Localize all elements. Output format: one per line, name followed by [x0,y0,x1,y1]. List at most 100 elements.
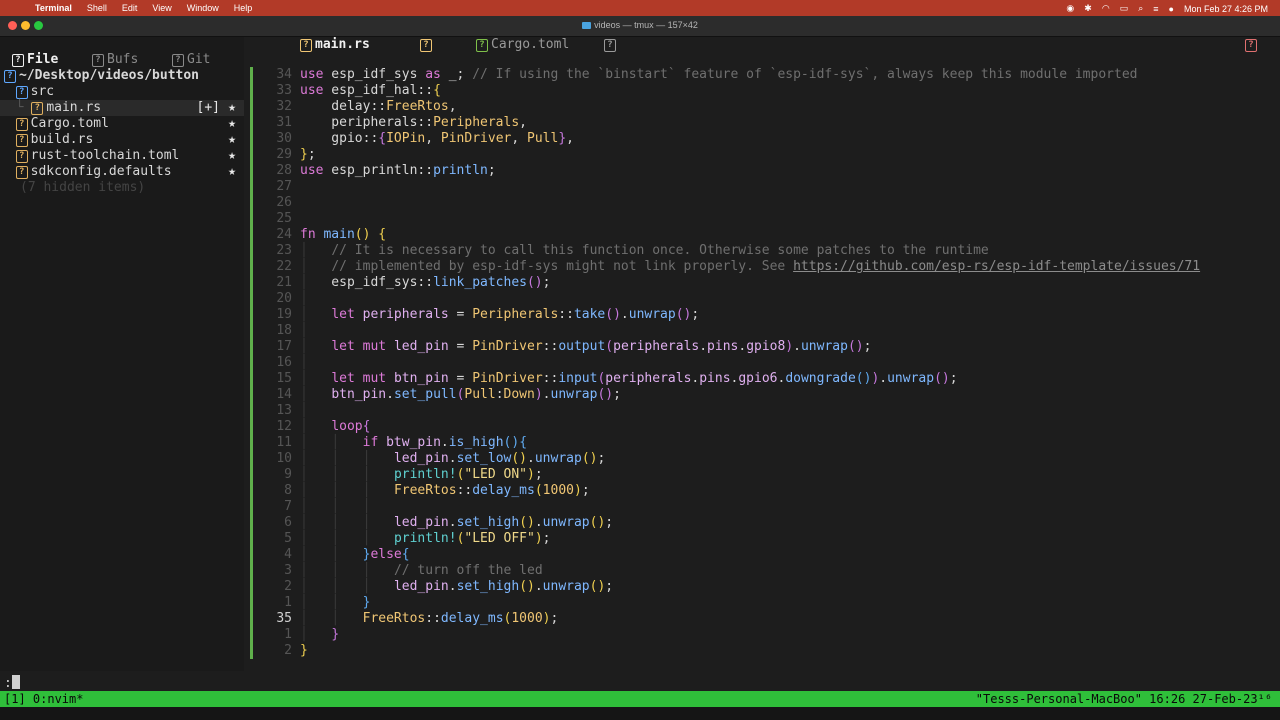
menu-view[interactable]: View [152,3,171,13]
git-added-marker [250,99,253,115]
command-line[interactable]: : [4,675,20,691]
code-line[interactable]: 5 │ │ │ println!("LED OFF"); [248,531,1268,547]
tab-close-main-rs[interactable]: ? [420,37,435,53]
code-line[interactable]: 19 │ let peripherals = Peripherals::take(… [248,307,1268,323]
code-line[interactable]: 18 │ [248,323,1268,339]
control-center-icon[interactable]: ≡ [1153,4,1158,14]
code-line[interactable]: 7 │ │ │ [248,499,1268,515]
code-line[interactable]: 3 │ │ │ // turn off the led [248,563,1268,579]
code-text: }; [300,147,316,162]
tab-bufs[interactable]: ? Bufs [92,52,138,67]
code-text: │ │ │ println!("LED OFF"); [300,531,551,546]
tree-root[interactable]: ? ~/Desktop/videos/button [0,68,244,84]
menu-window[interactable]: Window [187,3,219,13]
menu-help[interactable]: Help [234,3,253,13]
code-line[interactable]: 34 use esp_idf_sys as _; // If using the … [248,67,1268,83]
code-line[interactable]: 25 [248,211,1268,227]
code-line[interactable]: 33 use esp_idf_hal::{ [248,83,1268,99]
menu-clock[interactable]: Mon Feb 27 4:26 PM [1184,4,1268,14]
user-icon[interactable]: ◉ [1066,3,1074,14]
code-line[interactable]: 1 │ } [248,627,1268,643]
code-line[interactable]: 17 │ let mut led_pin = PinDriver::output(… [248,339,1268,355]
code-text: peripherals::Peripherals, [300,115,527,130]
tab-git[interactable]: ? Git [172,52,210,67]
line-number: 21 [276,275,292,290]
code-text: │ btn_pin.set_pull(Pull:Down).unwrap(); [300,387,621,402]
code-line[interactable]: 6 │ │ │ led_pin.set_high().unwrap(); [248,515,1268,531]
line-number: 34 [276,67,292,82]
git-added-marker [250,307,253,323]
folder-icon: ? [15,84,31,99]
code-line[interactable]: 12 │ loop{ [248,419,1268,435]
tmux-window-list[interactable]: [1] 0:nvim* [4,691,83,707]
code-line[interactable]: 8 │ │ │ FreeRtos::delay_ms(1000); [248,483,1268,499]
tab-file[interactable]: ? File [12,52,58,67]
code-line[interactable]: 10 │ │ │ led_pin.set_low().unwrap(); [248,451,1268,467]
code-line[interactable]: 22 │ // implemented by esp-idf-sys might … [248,259,1268,275]
file-icon: ? [31,100,46,115]
code-line[interactable]: 21 │ esp_idf_sys::link_patches(); [248,275,1268,291]
code-line[interactable]: 29}; [248,147,1268,163]
wifi-icon[interactable]: ◠ [1102,3,1110,14]
git-added-marker [250,547,253,563]
git-added-marker [250,435,253,451]
git-added-marker [250,355,253,371]
line-number: 20 [276,291,292,306]
code-editor[interactable]: 34 use esp_idf_sys as _; // If using the … [248,67,1280,667]
code-line[interactable]: 16 │ [248,355,1268,371]
code-line[interactable]: 20 │ [248,291,1268,307]
git-added-marker [250,419,253,435]
code-line[interactable]: 32 delay::FreeRtos, [248,99,1268,115]
hidden-items-label[interactable]: (7 hidden items) [0,180,264,196]
code-line[interactable]: 23 │ // It is necessary to call this func… [248,243,1268,259]
tree-item[interactable]: ? rust-toolchain.toml ★ [0,148,244,164]
code-line[interactable]: 15 │ let mut btn_pin = PinDriver::input(p… [248,371,1268,387]
code-line[interactable]: 28 use esp_println::println; [248,163,1268,179]
code-line[interactable]: 24 fn main() { [248,227,1268,243]
code-line[interactable]: 2} [248,643,1268,659]
git-added-marker [250,595,253,611]
code-line[interactable]: 31 peripherals::Peripherals, [248,115,1268,131]
tree-indent: └ [0,100,32,115]
battery-icon[interactable]: ▭ [1120,3,1129,14]
tmux-status-bar: [1] 0:nvim* "Tesss-Personal-MacBoo" 16:2… [0,691,1280,707]
code-text: │ // implemented by esp-idf-sys might no… [300,259,1201,274]
git-added-marker [250,227,253,243]
code-line[interactable]: 30 gpio::{IOPin, PinDriver, Pull}, [248,131,1268,147]
line-number: 2 [284,643,292,658]
tree-item[interactable]: ? sdkconfig.defaults ★ [0,164,244,180]
status-star-icon: ★ [228,148,236,163]
file-explorer: ? File ? Bufs ? Git ? ~/Desktop/videos/butto… [0,37,244,671]
tab-main-rs[interactable]: ? main.rs [300,37,370,53]
menu-shell[interactable]: Shell [87,3,107,13]
code-line[interactable]: 14 │ btn_pin.set_pull(Pull:Down).unwrap()… [248,387,1268,403]
code-line[interactable]: 9 │ │ │ println!("LED ON"); [248,467,1268,483]
code-line[interactable]: 11 │ │ if btw_pin.is_high(){ [248,435,1268,451]
tree-item[interactable]: ? build.rs ★ [0,132,244,148]
code-line[interactable]: 26 [248,195,1268,211]
code-text: use esp_println::println; [300,163,496,178]
buffer-options-icon[interactable]: ? [1245,37,1260,53]
code-line[interactable]: 13 │ [248,403,1268,419]
bluetooth-icon[interactable]: ✱ [1084,3,1092,14]
code-text: use esp_idf_sys as _; // If using the `b… [300,67,1138,82]
tree-item[interactable]: ? src [0,84,244,100]
tab-cargo-toml[interactable]: ? Cargo.toml [476,37,569,53]
terminal-content[interactable]: ? File ? Bufs ? Git ? ~/Desktop/videos/butto… [0,37,1280,691]
code-line[interactable]: 1 │ │ } [248,595,1268,611]
siri-icon[interactable]: ● [1169,4,1174,14]
menu-terminal[interactable]: Terminal [35,3,72,13]
code-line[interactable]: 35 │ │ FreeRtos::delay_ms(1000); [248,611,1268,627]
code-line[interactable]: 4 │ │ }else{ [248,547,1268,563]
code-text: │ │ │ // turn off the led [300,563,543,578]
tree-item[interactable]: └ ? main.rs [+] ★ [0,100,244,116]
code-line[interactable]: 27 [248,179,1268,195]
menu-edit[interactable]: Edit [122,3,138,13]
line-number: 13 [276,403,292,418]
tab-close-cargo-toml[interactable]: ? [604,37,619,53]
tree-item[interactable]: ? Cargo.toml ★ [0,116,244,132]
search-icon[interactable]: ⌕ [1138,3,1143,14]
code-line[interactable]: 2 │ │ │ led_pin.set_high().unwrap(); [248,579,1268,595]
